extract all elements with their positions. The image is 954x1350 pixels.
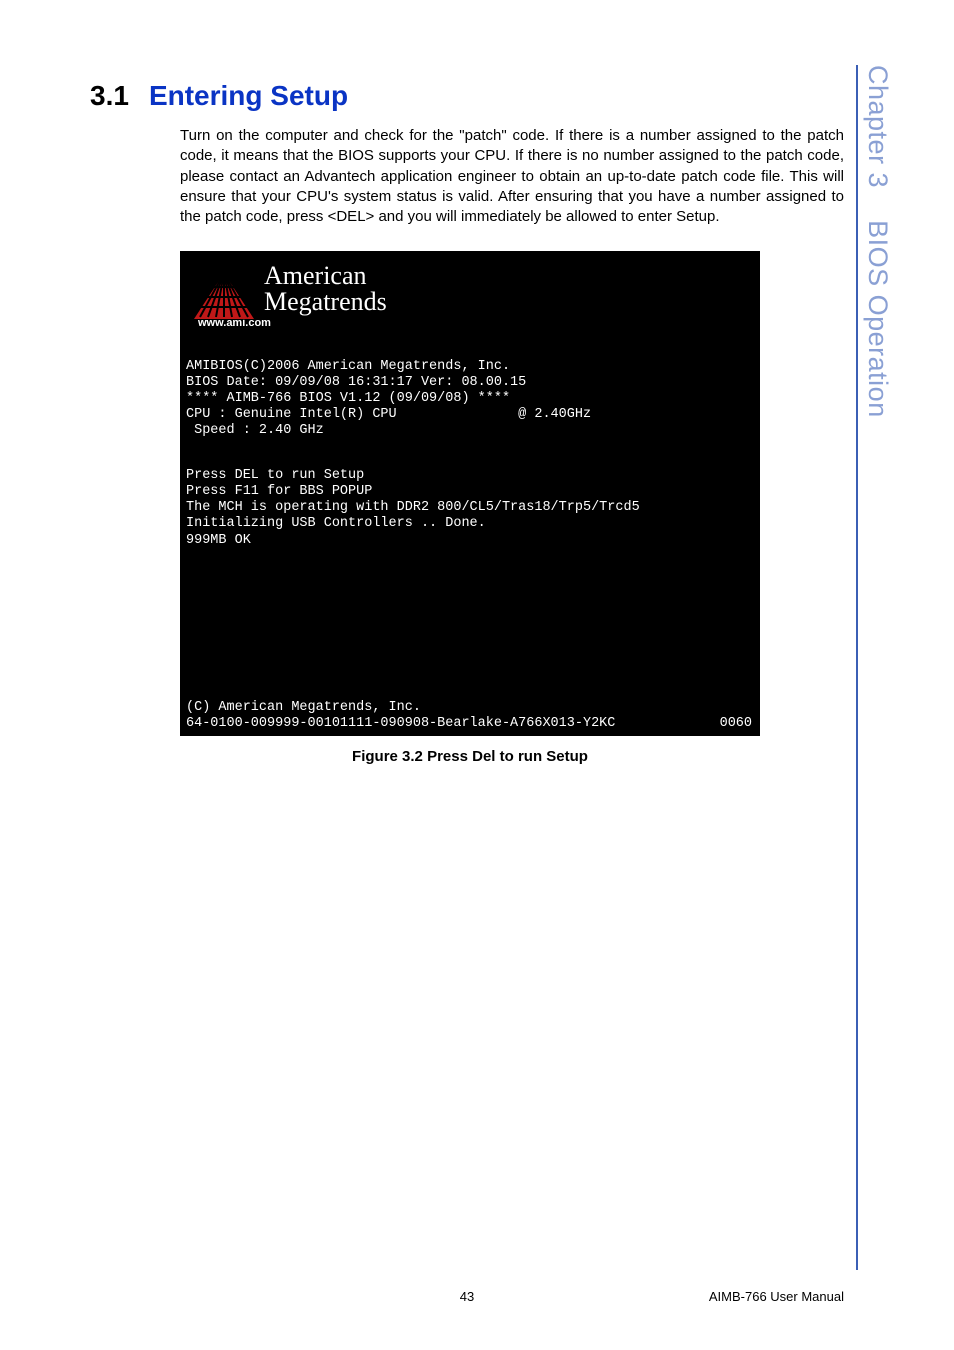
chapter-topic: BIOS Operation bbox=[863, 220, 893, 418]
bios-line: 999MB OK bbox=[186, 533, 251, 548]
chapter-side-tab-text: Chapter 3 BIOS Operation bbox=[862, 65, 893, 418]
section-number: 3.1 bbox=[90, 80, 129, 112]
section-title: Entering Setup bbox=[149, 80, 348, 112]
bios-block1: AMIBIOS(C)2006 American Megatrends, Inc.… bbox=[186, 342, 754, 439]
bios-footer: (C) American Megatrends, Inc. 64-0100-00… bbox=[186, 684, 754, 733]
ami-logo-icon bbox=[190, 271, 258, 323]
page: Chapter 3 BIOS Operation 3.1 Entering Se… bbox=[0, 0, 954, 1350]
chapter-side-tab: Chapter 3 BIOS Operation bbox=[856, 65, 894, 1270]
bios-line: 64-0100-009999-00101111-090908-Bearlake-… bbox=[186, 716, 615, 731]
figure-caption: Figure 3.2 Press Del to run Setup bbox=[180, 748, 760, 765]
ami-logo-line2: Megatrends bbox=[264, 289, 387, 315]
bios-line: AMIBIOS(C)2006 American Megatrends, Inc. bbox=[186, 359, 510, 374]
ami-logo-text: American Megatrends www.ami.com bbox=[264, 263, 387, 330]
section-heading: 3.1 Entering Setup bbox=[90, 80, 894, 112]
bios-line: The MCH is operating with DDR2 800/CL5/T… bbox=[186, 500, 640, 515]
bios-line: Press F11 for BBS POPUP bbox=[186, 484, 372, 499]
chapter-label: Chapter 3 bbox=[863, 65, 893, 188]
doc-title: AIMB-766 User Manual bbox=[709, 1289, 844, 1304]
bios-line: **** AIMB-766 BIOS V1.12 (09/09/08) **** bbox=[186, 391, 510, 406]
bios-block2: Press DEL to run Setup Press F11 for BBS… bbox=[186, 452, 754, 549]
bios-line: CPU : Genuine Intel(R) CPU @ 2.40GHz bbox=[186, 407, 591, 422]
bios-code-right: 0060 bbox=[720, 716, 752, 732]
bios-line: Speed : 2.40 GHz bbox=[186, 423, 324, 438]
bios-line: BIOS Date: 09/09/08 16:31:17 Ver: 08.00.… bbox=[186, 375, 526, 390]
bios-line: Press DEL to run Setup bbox=[186, 468, 364, 483]
page-number: 43 bbox=[460, 1289, 474, 1304]
bios-line: (C) American Megatrends, Inc. bbox=[186, 700, 421, 715]
bios-line: Initializing USB Controllers .. Done. bbox=[186, 516, 486, 531]
intro-paragraph: Turn on the computer and check for the "… bbox=[180, 126, 844, 227]
ami-logo-line1: American bbox=[264, 263, 387, 289]
ami-logo-block: American Megatrends www.ami.com bbox=[186, 261, 754, 342]
page-footer: 43 AIMB-766 User Manual bbox=[90, 1289, 844, 1304]
bios-screenshot: American Megatrends www.ami.com AMIBIOS(… bbox=[180, 251, 760, 736]
